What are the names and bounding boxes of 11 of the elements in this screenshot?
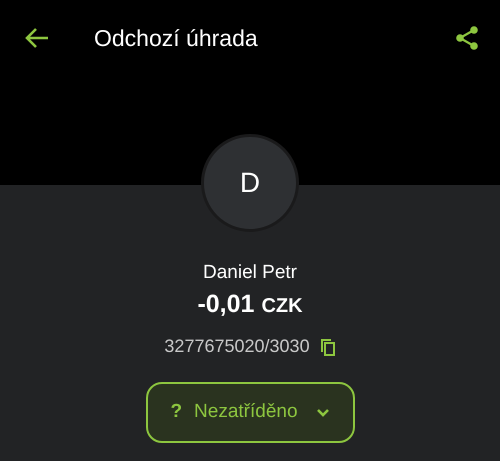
account-number: 3277675020/3030 — [164, 335, 310, 358]
amount: -0,01 — [197, 289, 254, 319]
category-dropdown[interactable]: ? Nezatříděno — [146, 382, 354, 443]
screen-title: Odchozí úhrada — [94, 24, 258, 53]
avatar: D — [201, 134, 299, 232]
back-icon[interactable] — [24, 27, 50, 49]
copy-icon[interactable] — [320, 338, 336, 356]
currency: CZK — [261, 294, 303, 319]
share-icon[interactable] — [454, 25, 480, 51]
chevron-down-icon — [316, 408, 330, 417]
payee-name: Daniel Petr — [203, 261, 297, 285]
